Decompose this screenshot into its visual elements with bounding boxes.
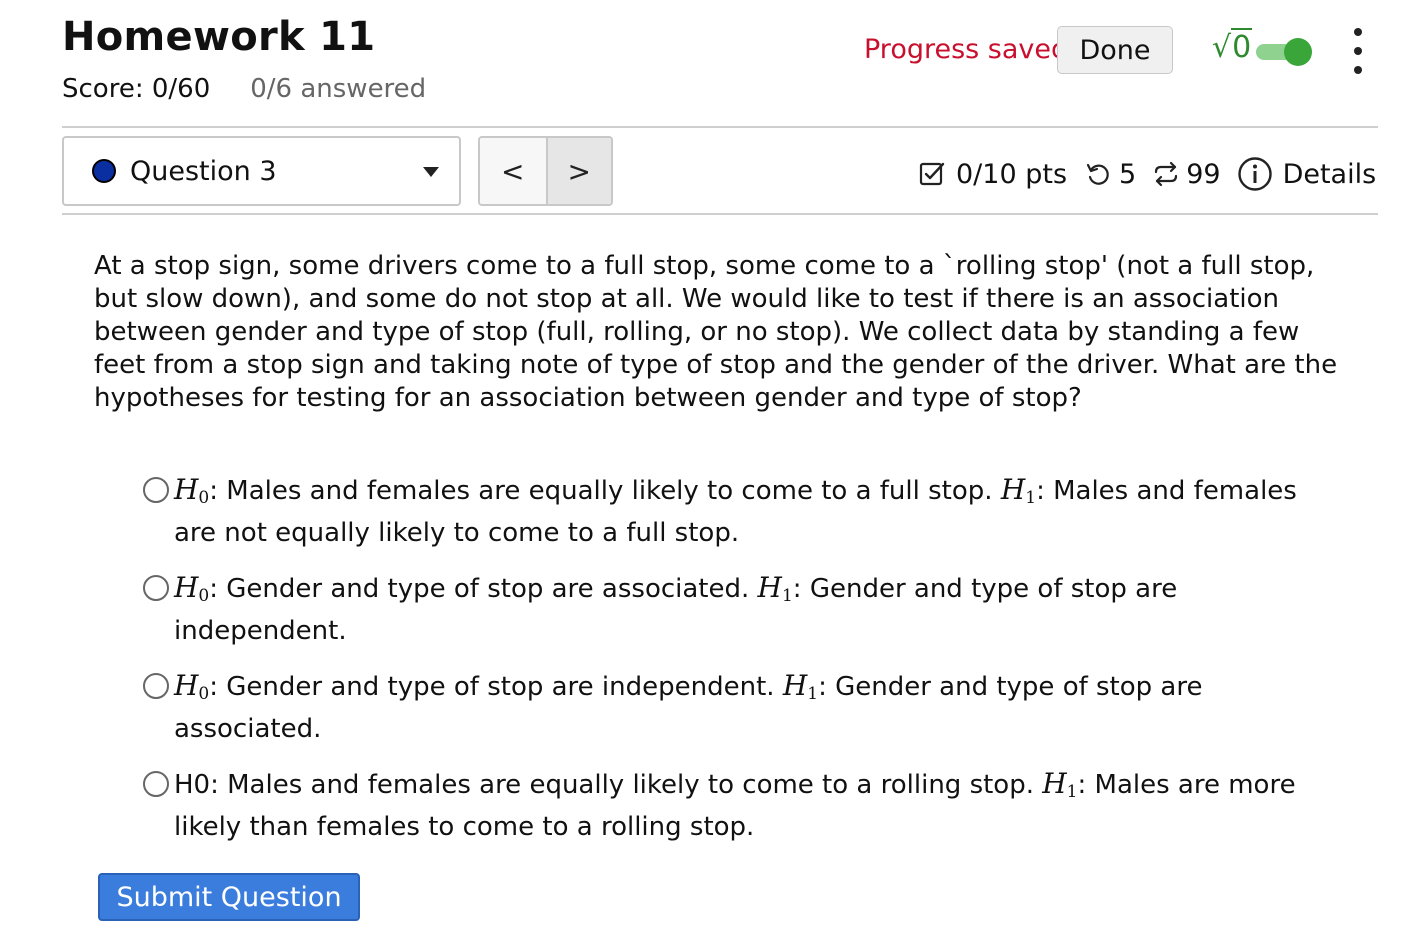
radio-button[interactable] [143,673,169,699]
h0-text: : Males and females are equally likely t… [209,476,1001,506]
score-row: Score: 0/60 0/6 answered [62,74,426,104]
sqrt-value: 0 [1231,28,1253,65]
question-status-dot [92,159,116,183]
h0-symbol: H0 [174,473,210,508]
question-meta: 0/10 pts 5 99 Details [918,152,1376,196]
caret-down-icon [423,167,439,177]
score-text: Score: 0/60 [62,74,211,104]
question-select[interactable]: Question 3 [62,136,461,206]
h1-symbol: H1 [782,669,819,704]
attempts-text: 5 [1119,158,1137,190]
h1-symbol: H1 [757,571,793,606]
kebab-dot [1354,66,1362,74]
points-info: 0/10 pts [918,159,1067,190]
details-link[interactable]: Details [1237,156,1377,192]
answer-option[interactable]: H0: Males and females are equally likely… [143,766,1323,845]
details-label: Details [1282,158,1377,190]
question-text: At a stop sign, some drivers come to a f… [94,251,1338,413]
versions-text: 99 [1186,158,1221,190]
done-button[interactable]: Done [1057,26,1173,74]
h0-symbol: H0 [174,571,210,606]
retry-icon [1086,163,1109,185]
h1-symbol: H1 [1000,473,1037,508]
h0-text: H0: Males and females are equally likely… [174,770,1043,800]
info-icon [1237,157,1272,191]
progress-saved-status: Progress saved [864,34,1069,65]
page-title: Homework 11 [62,14,376,60]
h0-text: : Gender and type of stop are associated… [209,574,758,604]
checkbox-icon [919,162,945,186]
kebab-dot [1354,47,1362,55]
repeat-icon [1155,161,1178,187]
radio-button[interactable] [143,575,169,601]
question-select-label: Question 3 [130,155,277,187]
h0-symbol: H0 [174,669,210,704]
answer-option[interactable]: H0: Males and females are equally likely… [143,472,1323,551]
points-text: 0/10 pts [956,158,1068,190]
kebab-dot [1354,28,1362,36]
math-input-icon[interactable]: √0 [1212,28,1253,65]
attempts-info: 5 [1085,159,1136,190]
math-input-toggle[interactable] [1256,38,1312,66]
submit-question-button[interactable]: Submit Question [98,873,360,921]
radio-button[interactable] [143,477,169,503]
answered-count: 0/6 answered [250,74,427,104]
toggle-knob [1284,38,1312,66]
answer-option[interactable]: H0: Gender and type of stop are independ… [143,668,1323,747]
radio-button[interactable] [143,771,169,797]
nav-divider [62,213,1378,215]
previous-question-button[interactable]: < [480,138,546,204]
question-pager: < > [478,136,613,206]
sqrt-symbol: √ [1212,30,1232,65]
answer-option[interactable]: H0: Gender and type of stop are associat… [143,570,1323,649]
more-options-icon[interactable] [1346,28,1370,74]
h1-symbol: H1 [1042,767,1078,802]
h0-text: : Gender and type of stop are independen… [209,672,783,702]
versions-info: 99 [1152,158,1221,190]
next-question-button[interactable]: > [545,138,611,204]
answer-options: H0: Males and females are equally likely… [143,472,1323,845]
header-divider [62,126,1378,128]
